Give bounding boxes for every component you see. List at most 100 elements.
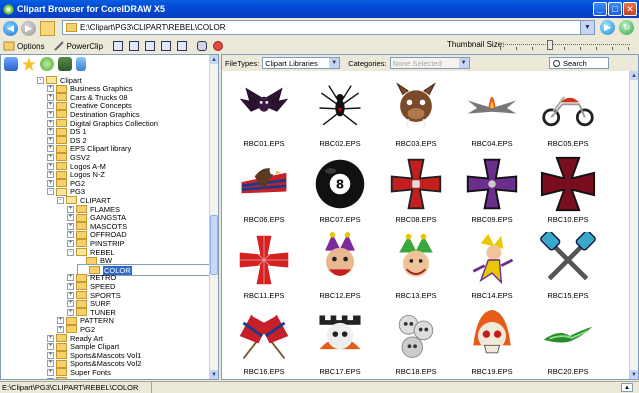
library-icon[interactable] xyxy=(76,57,86,71)
thumbnail-size-slider[interactable] xyxy=(500,40,630,50)
expand-icon[interactable]: + xyxy=(47,351,54,359)
gallery-icon[interactable] xyxy=(58,57,72,71)
scroll-up-arrow[interactable]: ▲ xyxy=(210,55,218,64)
go-button[interactable]: ▶ xyxy=(600,20,615,35)
expand-icon[interactable]: + xyxy=(67,214,74,222)
tree-item[interactable]: + Templates 1-2 xyxy=(47,376,117,379)
folder-scrollbar[interactable]: ▲ ▼ xyxy=(209,55,218,379)
content-exchange-icon[interactable] xyxy=(40,57,54,71)
thumbnail-view-icon[interactable] xyxy=(113,41,124,51)
expand-icon[interactable]: + xyxy=(67,222,74,230)
expand-icon[interactable]: + xyxy=(47,102,54,110)
red-iron-cross-icon xyxy=(386,155,446,213)
thumbnail-item[interactable]: RBC16.EPS xyxy=(228,307,304,379)
filetypes-select[interactable]: Clipart Libraries ▼ xyxy=(262,57,341,69)
green-flame-icon xyxy=(538,307,598,365)
thumbnail-item[interactable]: RBC01.EPS xyxy=(228,79,304,155)
chopper-icon xyxy=(538,79,598,137)
thumbnail-item[interactable]: RBC06.EPS xyxy=(228,155,304,231)
expand-icon[interactable]: + xyxy=(47,145,54,153)
stop-icon[interactable] xyxy=(213,41,224,51)
scroll-down-arrow[interactable]: ▼ xyxy=(210,370,218,379)
expand-icon[interactable]: + xyxy=(47,360,54,368)
boar-skull-icon xyxy=(386,79,446,137)
expand-icon[interactable]: + xyxy=(47,128,54,136)
scroll-up-arrow[interactable]: ▲ xyxy=(630,71,638,80)
address-dropdown[interactable]: ▼ xyxy=(580,21,594,34)
favorites-icon[interactable] xyxy=(22,57,36,71)
minimize-button[interactable]: _ xyxy=(593,2,607,16)
thumbnail-item[interactable]: RBC11.EPS xyxy=(228,231,304,307)
jester-icon xyxy=(310,231,370,289)
slider-knob[interactable] xyxy=(547,40,553,50)
address-bar[interactable]: E:\Clipart\PG3\CLIPART\REBEL\COLOR ▼ xyxy=(62,20,595,35)
maximize-button[interactable]: □ xyxy=(608,2,622,16)
expand-icon[interactable]: + xyxy=(47,377,54,379)
search-button[interactable]: Search xyxy=(549,57,609,69)
expand-icon[interactable]: + xyxy=(67,239,74,247)
expand-icon[interactable]: + xyxy=(57,317,64,325)
scroll-down-arrow[interactable]: ▼ xyxy=(630,370,638,379)
preview-view-icon[interactable] xyxy=(177,41,188,51)
expand-icon[interactable]: + xyxy=(47,110,54,118)
powerclip-button[interactable]: PowerClip xyxy=(53,40,103,52)
categories-select[interactable]: None Selected ▼ xyxy=(389,57,470,69)
thumbnail-item[interactable]: RBC03.EPS xyxy=(380,79,456,155)
expand-icon[interactable]: + xyxy=(47,93,54,101)
scroll-thumb[interactable] xyxy=(210,215,218,275)
expand-icon[interactable]: + xyxy=(67,282,74,290)
collapse-icon[interactable]: - xyxy=(37,76,44,84)
up-folder-button[interactable] xyxy=(40,20,55,36)
expand-icon[interactable]: + xyxy=(47,334,54,342)
expand-icon[interactable]: + xyxy=(47,179,54,187)
expand-button[interactable]: ▲ xyxy=(621,383,633,392)
expand-icon[interactable]: + xyxy=(67,205,74,213)
back-button[interactable]: ◀ xyxy=(3,20,18,36)
expand-icon[interactable]: + xyxy=(47,119,54,127)
thumbnail-caption: RBC03.EPS xyxy=(395,139,437,148)
expand-icon[interactable]: + xyxy=(67,300,74,308)
filetypes-label: FileTypes: xyxy=(225,58,260,68)
thumbnail-item[interactable]: RBC19.EPS xyxy=(456,307,532,379)
collapse-icon[interactable]: - xyxy=(57,196,64,204)
list-view-icon[interactable] xyxy=(145,41,156,51)
expand-icon[interactable]: + xyxy=(57,325,64,333)
thumbnail-item[interactable]: RBC20.EPS xyxy=(532,307,608,379)
close-button[interactable]: ✕ xyxy=(623,2,637,16)
thumbnail-item[interactable]: RBC10.EPS xyxy=(532,155,608,231)
expand-icon[interactable]: + xyxy=(67,231,74,239)
forward-button[interactable]: ▶ xyxy=(21,20,36,36)
thumbnail-item[interactable]: 8 RBC07.EPS xyxy=(304,155,380,231)
thumbnail-item[interactable]: RBC05.EPS xyxy=(532,79,608,155)
title-bar[interactable]: Clipart Browser for CorelDRAW X5 _ □ ✕ xyxy=(0,0,639,18)
thumbnail-item[interactable]: RBC14.EPS xyxy=(456,231,532,307)
tiles-view-icon[interactable] xyxy=(129,41,140,51)
expand-icon[interactable]: + xyxy=(47,162,54,170)
expand-icon[interactable]: + xyxy=(47,136,54,144)
thumbnail-item[interactable]: RBC04.EPS xyxy=(456,79,532,155)
collapse-icon[interactable]: - xyxy=(67,248,74,256)
details-view-icon[interactable] xyxy=(161,41,172,51)
collapse-icon[interactable]: - xyxy=(47,188,54,196)
thumbnail-item[interactable]: RBC18.EPS xyxy=(380,307,456,379)
expand-icon[interactable]: + xyxy=(67,274,74,282)
expand-icon[interactable]: + xyxy=(47,153,54,161)
thumbnail-item[interactable]: RBC15.EPS xyxy=(532,231,608,307)
expand-icon[interactable]: + xyxy=(47,343,54,351)
options-button[interactable]: Options xyxy=(3,40,45,52)
thumbnail-item[interactable]: RBC12.EPS xyxy=(304,231,380,307)
thumbnail-item[interactable]: RBC08.EPS xyxy=(380,155,456,231)
expand-icon[interactable]: + xyxy=(67,291,74,299)
computer-icon[interactable] xyxy=(4,57,18,71)
expand-icon[interactable]: + xyxy=(47,85,54,93)
thumbnail-item[interactable]: RBC09.EPS xyxy=(456,155,532,231)
expand-icon[interactable]: + xyxy=(47,368,54,376)
thumbnail-item[interactable]: RBC17.EPS xyxy=(304,307,380,379)
refresh-button[interactable]: ↻ xyxy=(619,20,634,35)
expand-icon[interactable]: + xyxy=(47,171,54,179)
thumbnail-item[interactable]: RBC02.EPS xyxy=(304,79,380,155)
expand-icon[interactable]: + xyxy=(67,308,74,316)
thumbnail-item[interactable]: RBC13.EPS xyxy=(380,231,456,307)
thumbnail-scrollbar[interactable]: ▲ ▼ xyxy=(629,71,638,379)
sort-icon[interactable] xyxy=(197,41,208,51)
